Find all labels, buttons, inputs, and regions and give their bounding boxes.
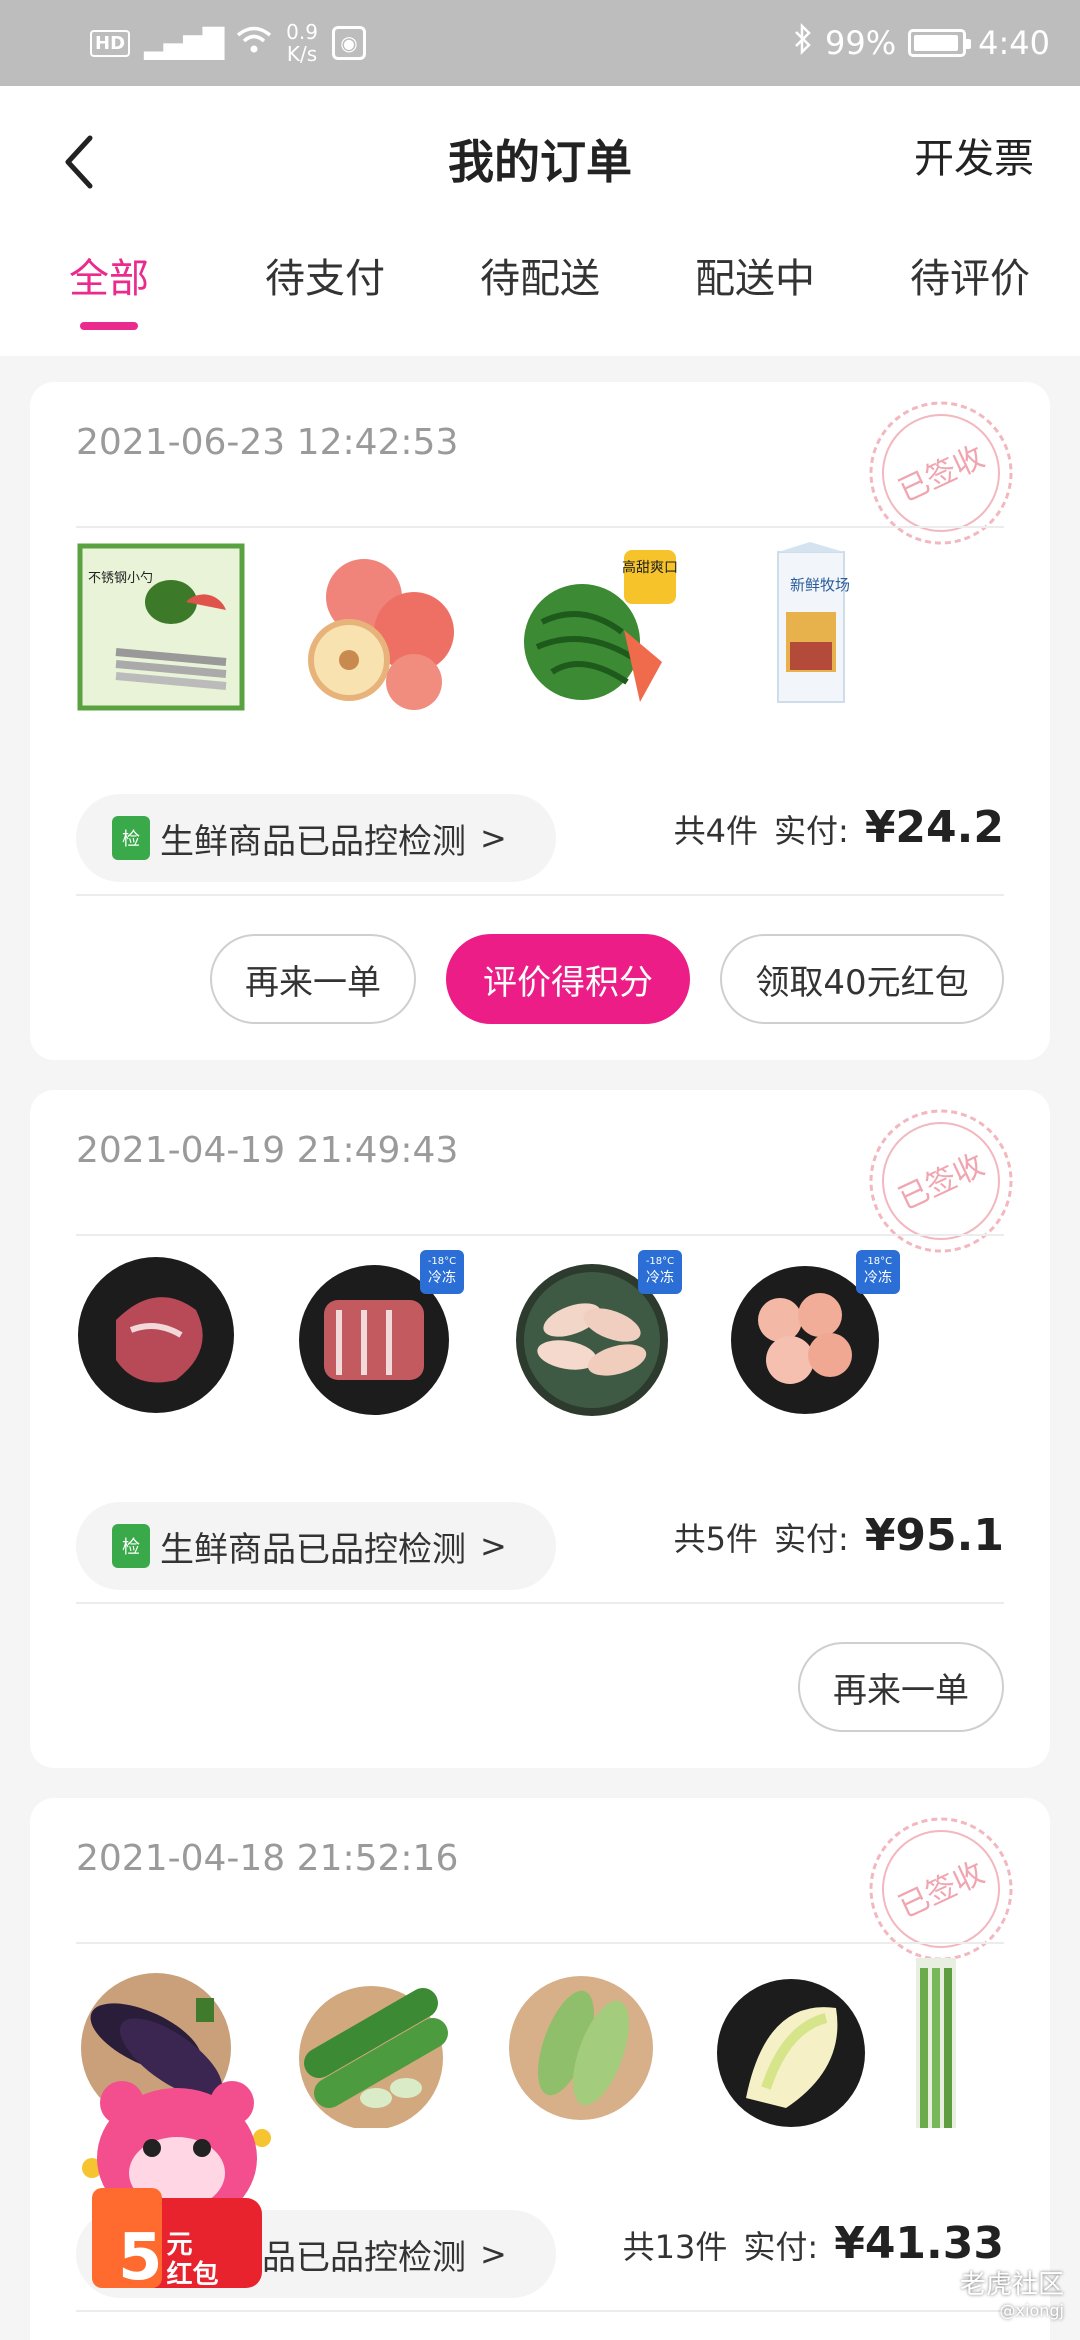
loofah-product[interactable] xyxy=(286,1958,456,2130)
chevron-right-icon: > xyxy=(480,819,507,857)
battery-percent: 99% xyxy=(825,24,897,62)
stamp-text: 已签收 xyxy=(893,439,989,509)
inspection-icon: 检 xyxy=(112,816,150,860)
spoon-label: 不锈钢小勺 xyxy=(88,571,153,586)
order-tabs: 全部 待支付 待配送 配送中 待评价 xyxy=(0,246,1080,356)
order-card[interactable]: 2021-06-23 12:42:53 已签收 不锈钢小勺 高甜爽口 新鲜牧场 … xyxy=(30,382,1050,1060)
paid-label: 实付: xyxy=(774,812,849,850)
order-actions: 再来一单 评价得积分 领取40元红包 xyxy=(210,934,1004,1024)
frozen-badge: -18°C 冷冻 xyxy=(856,1250,900,1294)
order-total: 共5件 实付: ¥95.1 xyxy=(674,1510,1004,1561)
tab-delivering[interactable]: 配送中 xyxy=(670,246,840,304)
red-packet-number: 5 xyxy=(118,2221,163,2295)
speed-unit: K/s xyxy=(286,42,318,66)
tab-pending-review[interactable]: 待评价 xyxy=(885,246,1055,304)
inspection-text: 生鲜商品已品控检测 xyxy=(160,1529,466,1570)
watermark-brand: 老虎社区 xyxy=(959,2270,1064,2300)
cabbage-product[interactable] xyxy=(706,1958,876,2128)
item-count: 共5件 xyxy=(673,1520,759,1558)
bluetooth-icon xyxy=(793,22,813,63)
paid-label: 实付: xyxy=(774,1520,849,1558)
product-row[interactable]: -18°C 冷冻 -18°C 冷冻 -18°C 冷冻 xyxy=(76,1250,1016,1420)
tab-pending-delivery[interactable]: 待配送 xyxy=(455,246,625,304)
red-packet-floating-button[interactable]: 5 元 红包 xyxy=(62,2048,292,2308)
frozen-temp: -18°C xyxy=(645,1256,675,1267)
app-notification-icon: ◉ xyxy=(331,26,366,60)
order-total: 共4件 实付: ¥24.2 xyxy=(674,802,1004,853)
watermelon-product[interactable]: 高甜爽口 xyxy=(512,542,682,712)
order-date: 2021-04-18 21:52:16 xyxy=(76,1838,459,1879)
stamp-text: 已签收 xyxy=(893,1855,989,1925)
red-packet-unit: 元 xyxy=(166,2230,193,2260)
divider xyxy=(76,1602,1004,1604)
reorder-button[interactable]: 再来一单 xyxy=(210,934,416,1024)
spoon-product[interactable]: 不锈钢小勺 xyxy=(76,542,246,712)
clock: 4:40 xyxy=(978,24,1050,62)
frozen-label: 冷冻 xyxy=(646,1270,674,1286)
wifi-icon xyxy=(236,24,272,62)
zucchini-product[interactable] xyxy=(496,1958,666,2128)
inspection-info[interactable]: 检 生鲜商品已品控检测 > xyxy=(76,794,556,882)
order-date: 2021-06-23 12:42:53 xyxy=(76,422,459,463)
network-speed: 0.9 K/s xyxy=(286,21,318,65)
battery-icon xyxy=(908,29,972,57)
order-card[interactable]: 2021-04-19 21:49:43 已签收 -18°C 冷冻 -18°C 冷冻 … xyxy=(30,1090,1050,1768)
divider xyxy=(76,894,1004,896)
watermark: 老虎社区 @xiongj xyxy=(960,2264,1064,2320)
frozen-badge: -18°C 冷冻 xyxy=(638,1250,682,1294)
chevron-right-icon: > xyxy=(480,2235,507,2273)
reorder-button[interactable]: 再来一单 xyxy=(798,1642,1004,1732)
invoice-button[interactable]: 开发票 xyxy=(914,126,1034,184)
divider xyxy=(76,1942,1004,1944)
frozen-temp: -18°C xyxy=(863,1256,893,1267)
scallion-product[interactable] xyxy=(916,1958,956,2128)
order-actions: 再来一单 xyxy=(798,1642,1004,1732)
tab-all[interactable]: 全部 xyxy=(24,246,194,304)
red-packet-label: 红包 xyxy=(166,2260,219,2290)
chicken-pieces-product[interactable]: -18°C 冷冻 xyxy=(730,1250,900,1420)
order-date: 2021-04-19 21:49:43 xyxy=(76,1130,459,1171)
divider xyxy=(76,526,1004,528)
red-packet-amount: 5 元 红包 xyxy=(118,2226,219,2290)
chicken-wings-product[interactable]: -18°C 冷冻 xyxy=(512,1250,682,1420)
peach-product[interactable] xyxy=(294,542,464,712)
frozen-badge: -18°C 冷冻 xyxy=(420,1250,464,1294)
pork-product[interactable] xyxy=(76,1250,246,1420)
frozen-label: 冷冻 xyxy=(428,1270,456,1286)
active-tab-indicator xyxy=(80,322,138,330)
paid-label: 实付: xyxy=(743,2228,819,2266)
status-bar: HD ▂▄▆█ 0.9 K/s ◉ 99% 4:40 xyxy=(0,0,1080,86)
tab-pending-payment[interactable]: 待支付 xyxy=(240,246,410,304)
frozen-label: 冷冻 xyxy=(864,1270,892,1286)
order-total: 共13件 实付: ¥41.33 xyxy=(623,2218,1004,2269)
review-for-points-button[interactable]: 评价得积分 xyxy=(446,934,690,1024)
watermark-user: @xiongj xyxy=(999,2301,1064,2320)
signal-icon: ▂▄▆█ xyxy=(144,26,224,60)
milk-label: 新鲜牧场 xyxy=(790,576,850,594)
ribs-product[interactable]: -18°C 冷冻 xyxy=(294,1250,464,1420)
divider xyxy=(76,2310,1004,2312)
claim-red-packet-button[interactable]: 领取40元红包 xyxy=(720,934,1004,1024)
order-price: ¥41.33 xyxy=(834,2218,1004,2269)
speed-value: 0.9 xyxy=(286,20,318,44)
watermelon-badge: 高甜爽口 xyxy=(622,559,678,576)
divider xyxy=(76,1234,1004,1236)
order-price: ¥24.2 xyxy=(864,802,1004,853)
header: 我的订单 开发票 全部 待支付 待配送 配送中 待评价 xyxy=(0,86,1080,356)
inspection-text: 生鲜商品已品控检测 xyxy=(160,821,466,862)
stamp-text: 已签收 xyxy=(893,1147,989,1217)
order-price: ¥95.1 xyxy=(864,1510,1004,1561)
inspection-icon: 检 xyxy=(112,1524,150,1568)
red-packet-text: 元 红包 xyxy=(167,2230,219,2290)
inspection-info[interactable]: 检 生鲜商品已品控检测 > xyxy=(76,1502,556,1590)
product-row[interactable]: 不锈钢小勺 高甜爽口 新鲜牧场 xyxy=(76,542,1016,712)
milk-product[interactable]: 新鲜牧场 xyxy=(730,542,900,712)
hd-indicator: HD xyxy=(90,29,131,57)
item-count: 共4件 xyxy=(673,812,759,850)
frozen-temp: -18°C xyxy=(427,1256,457,1267)
item-count: 共13件 xyxy=(622,2228,728,2266)
chevron-right-icon: > xyxy=(480,1527,507,1565)
